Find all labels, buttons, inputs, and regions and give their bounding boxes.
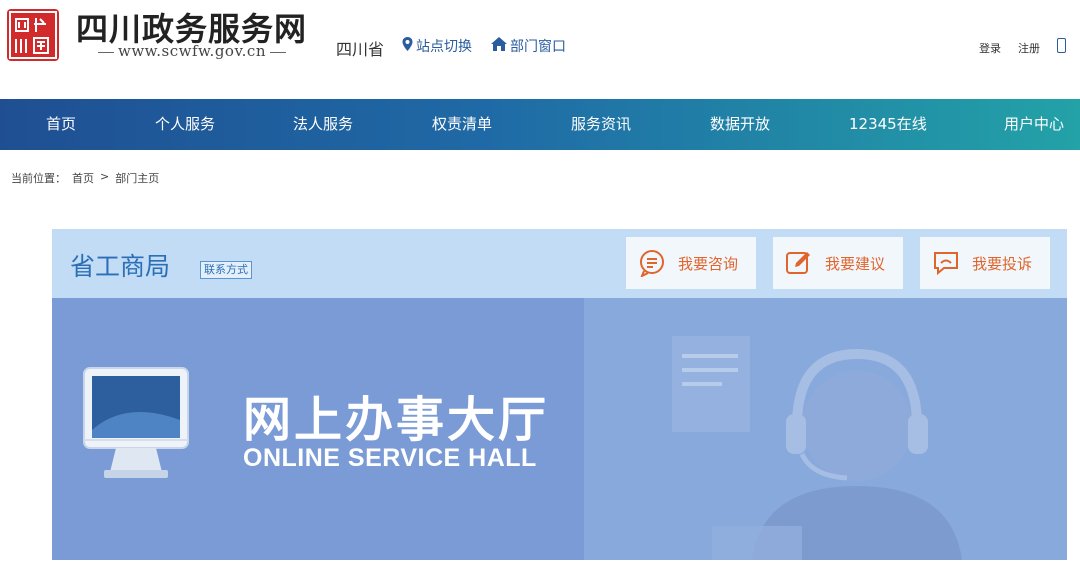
chat-icon bbox=[638, 249, 666, 279]
site-switch-link[interactable]: 站点切换 bbox=[402, 36, 472, 56]
customer-service-agent-icon bbox=[652, 326, 1032, 560]
complaint-label: 我要投诉 bbox=[972, 254, 1033, 273]
main-nav: 首页 个人服务 法人服务 权责清单 服务资讯 数据开放 12345在线 用户中心 bbox=[0, 99, 1080, 150]
breadcrumb-home[interactable]: 首页 bbox=[72, 170, 94, 186]
breadcrumb-current: 部门主页 bbox=[115, 172, 160, 185]
mobile-icon[interactable] bbox=[1057, 38, 1066, 53]
breadcrumb-separator: > bbox=[100, 170, 110, 183]
nav-item-personal[interactable]: 个人服务 bbox=[155, 99, 215, 150]
edit-icon bbox=[785, 249, 813, 277]
nav-item-news[interactable]: 服务资讯 bbox=[571, 99, 631, 150]
complaint-button[interactable]: 我要投诉 bbox=[920, 237, 1050, 289]
department-name: 省工商局 bbox=[70, 252, 171, 281]
nav-item-legal[interactable]: 法人服务 bbox=[293, 99, 353, 150]
banner-title: 网上办事大厅 bbox=[243, 392, 550, 448]
site-header: 四川政务服务网 www.scwfw.gov.cn 四川省 站点切换 部门窗口 登… bbox=[0, 0, 1080, 99]
service-hall-banner[interactable]: 网上办事大厅 ONLINE SERVICE HALL bbox=[52, 298, 1067, 560]
seal-logo-icon[interactable] bbox=[7, 9, 59, 61]
site-switch-label: 站点切换 bbox=[416, 39, 472, 55]
consult-button[interactable]: 我要咨询 bbox=[626, 237, 756, 289]
complaint-icon bbox=[932, 249, 960, 277]
dept-window-label: 部门窗口 bbox=[510, 39, 566, 55]
consult-label: 我要咨询 bbox=[678, 254, 739, 273]
nav-item-authority[interactable]: 权责清单 bbox=[432, 99, 492, 150]
login-link[interactable]: 登录 bbox=[979, 40, 1001, 56]
monitor-icon bbox=[76, 360, 196, 494]
nav-item-home[interactable]: 首页 bbox=[46, 99, 76, 150]
home-icon bbox=[491, 37, 507, 55]
suggest-button[interactable]: 我要建议 bbox=[773, 237, 903, 289]
contact-button[interactable]: 联系方式 bbox=[200, 261, 252, 279]
breadcrumb-prefix: 当前位置： bbox=[11, 172, 66, 185]
dept-window-link[interactable]: 部门窗口 bbox=[491, 36, 566, 56]
site-url: www.scwfw.gov.cn bbox=[76, 42, 308, 60]
register-link[interactable]: 注册 bbox=[1018, 40, 1040, 56]
nav-item-12345[interactable]: 12345在线 bbox=[849, 99, 927, 150]
breadcrumb: 当前位置： 首页 > 部门主页 bbox=[11, 170, 159, 186]
nav-item-open-data[interactable]: 数据开放 bbox=[710, 99, 770, 150]
site-url-text: www.scwfw.gov.cn bbox=[118, 42, 266, 60]
banner-subtitle: ONLINE SERVICE HALL bbox=[243, 444, 537, 472]
region-label: 四川省 bbox=[336, 40, 385, 59]
nav-item-user-center[interactable]: 用户中心 bbox=[1004, 99, 1064, 150]
location-pin-icon bbox=[402, 37, 413, 55]
department-header: 省工商局 联系方式 我要咨询 我要建议 我要投诉 bbox=[52, 229, 1067, 298]
suggest-label: 我要建议 bbox=[825, 254, 886, 273]
